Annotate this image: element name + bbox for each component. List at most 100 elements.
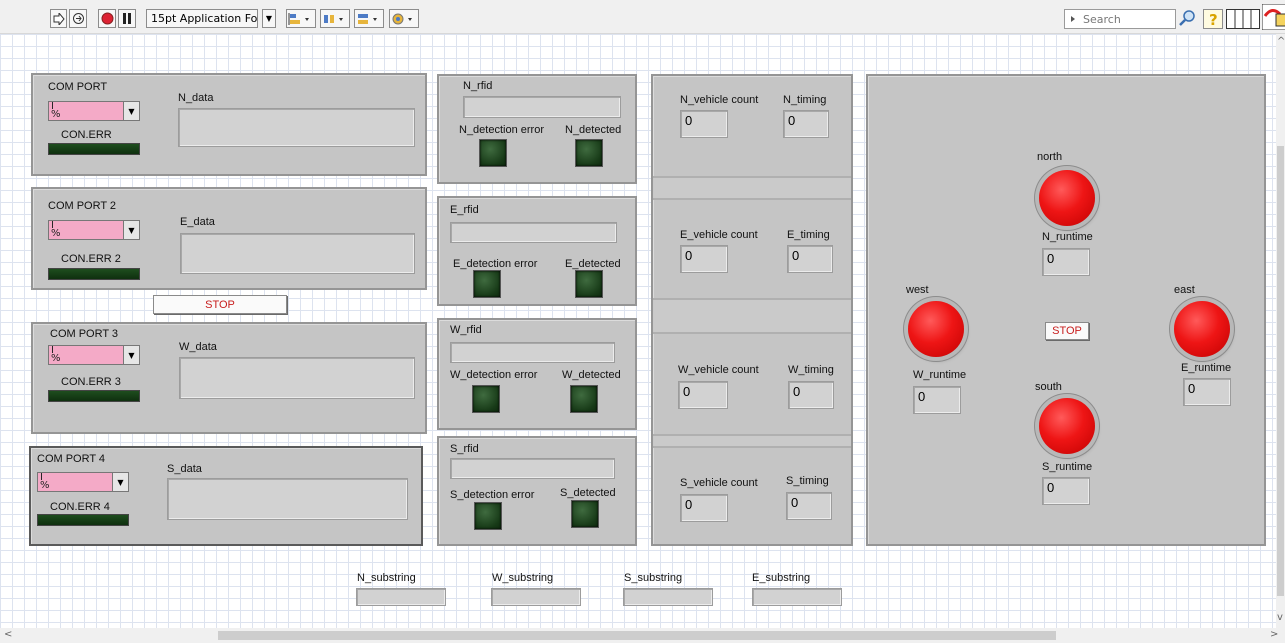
com-port-4-visa-selector[interactable]: I% ▼: [37, 472, 129, 492]
pause-button[interactable]: [118, 9, 136, 28]
horizontal-scrollbar[interactable]: < >: [0, 628, 1285, 643]
help-icon: ?: [1209, 11, 1218, 29]
w-data-display: [179, 357, 415, 399]
resize-objects-icon: [358, 13, 377, 24]
dropdown-arrow-icon[interactable]: ▼: [123, 346, 139, 364]
w-data-label: W_data: [179, 341, 217, 353]
west-label: west: [906, 284, 929, 296]
com-port-3-label: COM PORT 3: [50, 328, 119, 340]
n-runtime-display: 0: [1042, 248, 1090, 276]
con-err-label: CON.ERR: [61, 129, 112, 141]
s-timing-label: S_timing: [786, 475, 829, 487]
distribute-objects-icon: [324, 14, 343, 23]
visa-io-icon: I%: [51, 345, 61, 364]
distribute-objects-button[interactable]: [320, 9, 350, 28]
w-detection-error-led: [472, 385, 500, 413]
vertical-scrollbar-thumb[interactable]: [1277, 146, 1284, 596]
count-timing-panel: N_vehicle count 0 N_timing 0 E_vehicle c…: [651, 74, 853, 546]
w-detection-error-label: W_detection error: [450, 369, 538, 381]
visa-io-icon: I%: [51, 101, 61, 120]
w-substring-label: W_substring: [492, 572, 554, 584]
n-substring-label: N_substring: [357, 572, 416, 584]
w-rfid-group: W_rfid W_detection error W_detected: [437, 318, 637, 430]
s-detected-label: S_detected: [560, 487, 616, 499]
n-vehicle-count-display: 0: [680, 110, 728, 138]
dropdown-arrow-icon[interactable]: ▼: [112, 473, 128, 491]
east-label: east: [1174, 284, 1195, 296]
e-runtime-display: 0: [1183, 378, 1231, 406]
s-rfid-label: S_rfid: [450, 443, 479, 455]
scroll-right-icon[interactable]: >: [1270, 629, 1278, 640]
com-port-3-visa-selector[interactable]: I% ▼: [48, 345, 140, 365]
east-light-led: [1174, 301, 1230, 357]
com-port-2-group: COM PORT 2 I% ▼ CON.ERR 2 E_data: [31, 187, 427, 290]
n-data-label: N_data: [178, 92, 214, 104]
dropdown-arrow-icon[interactable]: ▼: [123, 102, 139, 120]
stop-button[interactable]: STOP: [153, 295, 287, 314]
reorder-button[interactable]: [389, 9, 419, 28]
con-err-3-indicator: [48, 390, 140, 402]
connector-pane[interactable]: [1226, 9, 1260, 29]
search-button[interactable]: [1178, 9, 1200, 29]
divider-3: [653, 434, 851, 448]
scroll-left-icon[interactable]: <: [4, 629, 12, 640]
vi-icon[interactable]: [1262, 4, 1285, 30]
align-objects-icon: [288, 12, 309, 25]
e-rfid-group: E_rfid E_detection error E_detected: [437, 196, 637, 306]
west-light-led: [908, 301, 964, 357]
s-detection-error-led: [474, 502, 502, 530]
north-label: north: [1037, 151, 1063, 163]
n-data-display: [178, 108, 415, 147]
s-data-label: S_data: [167, 463, 202, 475]
scroll-up-icon[interactable]: ^: [1277, 36, 1285, 47]
s-vehicle-count-display: 0: [680, 494, 728, 522]
vertical-scrollbar[interactable]: ^ v: [1276, 34, 1285, 628]
com-port-4-label: COM PORT 4: [37, 453, 106, 465]
run-arrow-button[interactable]: [50, 9, 67, 28]
e-substring-label: E_substring: [752, 572, 811, 584]
con-err-indicator: [48, 143, 140, 155]
intersection-stop-button[interactable]: STOP: [1045, 322, 1089, 340]
south-light-led: [1039, 398, 1095, 454]
s-detected-led: [571, 500, 599, 528]
n-rfid-label: N_rfid: [463, 80, 493, 92]
pause-icon: [123, 13, 131, 24]
resize-objects-button[interactable]: [354, 9, 384, 28]
search-placeholder: Search: [1083, 13, 1121, 26]
s-rfid-group: S_rfid S_detection error S_detected: [437, 436, 637, 546]
e-timing-display: 0: [787, 245, 833, 273]
vi-logo-icon: [1262, 4, 1285, 30]
e-detection-error-label: E_detection error: [453, 258, 538, 270]
font-dropdown[interactable]: 15pt Application Font: [146, 9, 258, 28]
s-substring-label: S_substring: [624, 572, 683, 584]
n-detected-label: N_detected: [565, 124, 622, 136]
w-substring-display: [491, 588, 581, 606]
w-vehicle-count-display: 0: [678, 381, 728, 409]
con-err-2-indicator: [48, 268, 140, 280]
scroll-down-icon[interactable]: v: [1277, 612, 1283, 623]
visa-io-icon: I%: [51, 220, 61, 239]
search-scope-icon: [1071, 16, 1075, 22]
run-continuously-button[interactable]: [69, 9, 87, 28]
abort-button[interactable]: [98, 9, 116, 28]
align-objects-button[interactable]: [286, 9, 316, 28]
n-vehicle-count-label: N_vehicle count: [680, 94, 759, 106]
e-vehicle-count-label: E_vehicle count: [680, 229, 758, 241]
com-port-visa-selector[interactable]: I% ▼: [48, 101, 140, 121]
w-detected-led: [570, 385, 598, 413]
horizontal-scrollbar-thumb[interactable]: [218, 631, 1056, 640]
n-timing-label: N_timing: [783, 94, 827, 106]
dropdown-arrow-icon[interactable]: ▼: [123, 221, 139, 239]
w-rfid-display: [450, 342, 615, 363]
e-vehicle-count-display: 0: [680, 245, 728, 273]
com-port-1-group: COM PORT I% ▼ CON.ERR N_data: [31, 73, 427, 176]
e-detected-label: E_detected: [565, 258, 621, 270]
e-runtime-label: E_runtime: [1181, 362, 1232, 374]
search-input[interactable]: Search: [1064, 9, 1176, 29]
context-help-button[interactable]: ?: [1203, 9, 1223, 29]
font-dropdown-arrow-icon[interactable]: ▼: [262, 9, 276, 28]
com-port-2-visa-selector[interactable]: I% ▼: [48, 220, 140, 240]
com-port-2-label: COM PORT 2: [48, 200, 117, 212]
run-continuously-icon: [72, 13, 84, 24]
s-detection-error-label: S_detection error: [450, 489, 535, 501]
